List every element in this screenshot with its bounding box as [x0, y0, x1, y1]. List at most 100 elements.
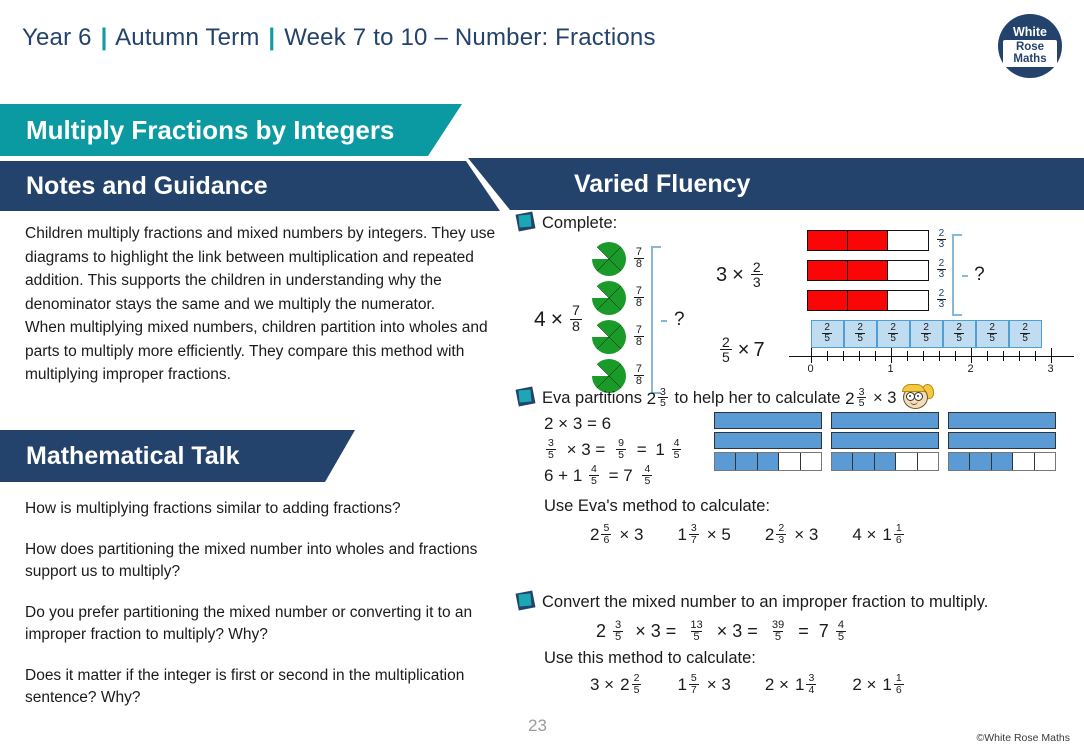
- fraction-denominator: 5: [720, 349, 732, 365]
- numberline-box: 25: [810, 320, 844, 348]
- bar-label: 2 3: [936, 258, 947, 280]
- numberline-box: 25: [843, 320, 877, 348]
- mathematical-talk-title: Mathematical Talk: [26, 441, 240, 470]
- expression-4-times-7-8: 4 × 7 8: [534, 304, 584, 335]
- step2-result-whole: 1: [655, 440, 665, 459]
- numberline-box: 25: [876, 320, 910, 348]
- task-2-heading-times: × 3: [873, 389, 897, 407]
- page-header: Year 6 | Autumn Term | Week 7 to 10 – Nu…: [22, 24, 656, 52]
- mixed-whole: 2: [646, 388, 657, 408]
- header-term: Autumn Term: [115, 24, 260, 51]
- task-2-working-steps: 2 × 3 = 6 35 × 3 = 95 = 1 45 6 + 1 45 = …: [544, 411, 683, 489]
- whole-bar: [714, 432, 822, 449]
- copyright-notice: ©White Rose Maths: [976, 732, 1070, 744]
- ex-num: 2: [778, 522, 785, 534]
- task-1-bar-diagram: 3 × 2 3 2 3 2 3 2 3 ?: [716, 229, 985, 320]
- ex-num: 3: [690, 522, 697, 534]
- task-3-heading-row: Convert the mixed number to an improper …: [515, 590, 1084, 612]
- header-year: Year 6: [22, 24, 92, 51]
- varied-fluency-title: Varied Fluency: [574, 169, 751, 198]
- ex-num: 5: [690, 672, 697, 684]
- ex-den: 4: [806, 683, 817, 696]
- talk-question: How does partitioning the mixed number i…: [25, 540, 478, 581]
- box-denominator: 5: [855, 332, 865, 344]
- mixed-numerator: 3: [858, 385, 865, 398]
- bar-model-two-thirds: [806, 260, 929, 281]
- fraction-2-3: 2 3: [750, 258, 763, 289]
- logo-line-rose: Rose: [1015, 40, 1045, 53]
- expr-whole: 7: [753, 339, 765, 361]
- bar-label: 2 3: [936, 229, 947, 250]
- task-3: Convert the mixed number to an improper …: [515, 590, 1084, 696]
- eq-times-2: × 3 =: [716, 621, 758, 641]
- step2-frac2-den: 5: [616, 449, 626, 462]
- ex-operator: × 3: [706, 675, 731, 695]
- fraction-numerator: 2: [722, 334, 730, 350]
- pie-label-numerator: 7: [635, 362, 643, 375]
- pie-chart-seven-eighths-icon: [591, 281, 626, 315]
- step3-equals: = 7: [608, 466, 633, 485]
- fraction-2-5: 2 5: [720, 335, 732, 364]
- numberline-tick-label: 3: [1047, 363, 1054, 375]
- ex-den: 7: [688, 683, 699, 696]
- task-2: Eva partitions 2 35 to help her to calcu…: [515, 384, 1084, 589]
- bar-group: [948, 412, 1056, 471]
- ex-whole: 1: [677, 525, 687, 545]
- mathematical-talk-questions: How is multiplying fractions similar to …: [25, 498, 515, 728]
- task-1: Complete: 4 × 7 8 7 8 7 8 7 8 7 8 ? 3 × …: [515, 211, 1084, 394]
- ex-den: 6: [893, 533, 904, 546]
- fraction-denominator: 8: [569, 318, 582, 335]
- expr-whole: 4: [534, 308, 546, 331]
- box-denominator: 5: [888, 332, 898, 344]
- box-denominator: 5: [822, 332, 832, 344]
- pie-label-numerator: 7: [635, 284, 643, 297]
- ex-num: 2: [633, 672, 640, 684]
- ex-whole: 1: [794, 675, 805, 695]
- task-3-exercises: 3 × 2 25 1 57 × 3 2 × 1 34 2 × 1 16: [590, 672, 1084, 696]
- talk-question: Does it matter if the integer is first o…: [25, 666, 465, 707]
- header-separator-1: |: [100, 24, 108, 51]
- pie-label-denominator: 8: [633, 296, 645, 309]
- whole-bar: [714, 412, 822, 429]
- ex-operator: 2 ×: [852, 675, 877, 695]
- step3-lead: 6 + 1: [544, 466, 583, 485]
- box-denominator: 5: [987, 332, 997, 344]
- ex-whole: 1: [882, 675, 892, 695]
- bar-label-numerator: 2: [938, 288, 945, 299]
- task-2-heading-part1: Eva partitions: [542, 389, 642, 407]
- step3-frac2-num: 4: [644, 463, 651, 476]
- exercise-4-times-1-1-6: 4 × 1 16: [852, 523, 905, 546]
- ex-operator: 4 ×: [852, 525, 877, 545]
- exercise-1-5-7-times-3: 1 57 × 3: [677, 672, 731, 696]
- step3-frac1-num: 4: [591, 463, 597, 476]
- lesson-title: Multiply Fractions by Integers: [26, 114, 395, 145]
- numberline-box: 25: [942, 320, 976, 348]
- ex-num: 3: [808, 672, 815, 684]
- eq-final-den: 5: [835, 630, 847, 643]
- box-numerator: 2: [1022, 321, 1028, 333]
- eq-result-den: 5: [772, 630, 784, 643]
- pie-chart-seven-eighths-icon: [591, 320, 626, 354]
- logo-line-white: White: [1012, 24, 1048, 39]
- task-1-heading: Complete:: [542, 214, 618, 232]
- number-line: 0 1 2 3: [788, 348, 1074, 375]
- task-2-heading-part2: to help her to calculate: [674, 389, 841, 407]
- step2-frac1-num: 3: [548, 437, 554, 450]
- bullet-square-icon: [515, 211, 536, 232]
- task-2-use-method-label: Use Eva's method to calculate:: [544, 497, 771, 515]
- bullet-square-icon: [515, 386, 536, 407]
- task-1-unknown-bars: ?: [974, 264, 985, 285]
- bar-label-denominator: 3: [936, 239, 947, 250]
- bar-model-two-thirds: [806, 290, 929, 311]
- pie-stack: 7 8 7 8 7 8 7 8: [591, 242, 646, 398]
- logo-band: Rose Maths: [1003, 39, 1057, 67]
- eq-result-num: 39: [771, 618, 785, 631]
- exercise-2-2-3-times-3: 2 23 × 3: [765, 522, 818, 546]
- step3-frac2-den: 5: [642, 475, 653, 488]
- step2-frac3-num: 4: [673, 437, 680, 450]
- bar-label-numerator: 2: [938, 258, 945, 269]
- mixed-numerator: 3: [660, 385, 666, 398]
- fraction-numerator: 2: [752, 258, 761, 275]
- task-2-exercises: 2 56 × 3 1 37 × 5 2 23 × 3 4 × 1 16: [590, 522, 906, 546]
- mixed-number-2-3-5: 2 35: [646, 385, 670, 410]
